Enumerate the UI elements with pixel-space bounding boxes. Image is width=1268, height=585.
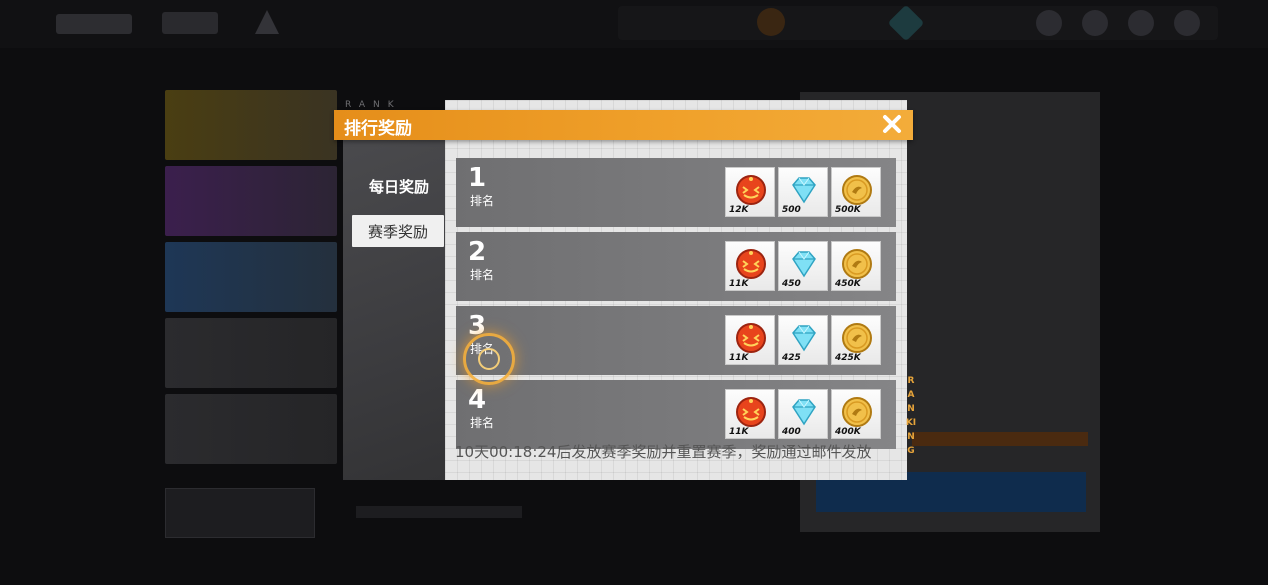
rank-label: 排名 [470,194,495,208]
reward-item[interactable]: 11K [725,315,775,365]
reward-amount: 400K [835,427,861,437]
background-player-row [165,394,337,464]
reward-amount: 12K [729,205,749,215]
reward-amount: 425 [782,353,801,363]
rank-number: 2 [468,237,487,267]
close-button[interactable] [879,111,905,137]
background-bag-icon [1082,10,1108,36]
rank-label: 排名 [470,416,495,430]
touch-indicator-core [478,348,500,370]
reward-amount: 450 [782,279,801,289]
background-orange-bar [912,432,1088,446]
reward-item[interactable]: 12K [725,167,775,217]
background-coin-icon [757,8,785,36]
reward-amount: 425K [835,353,861,363]
reward-item[interactable]: 400 [778,389,828,439]
rank-row: 2 排名 11K 450 450K [456,232,896,301]
reward-amount: 11K [729,427,749,437]
reward-amount: 450K [835,279,861,289]
background-mail-icon [1036,10,1062,36]
rank-row: 1 排名 12K 500 500K [456,158,896,227]
season-reset-note: 10天00:18:24后发放赛季奖励并重置赛季，奖励通过邮件发放 [455,443,872,461]
reward-amount: 500 [782,205,801,215]
background-player-row [165,166,337,236]
reward-item[interactable]: 400K [831,389,881,439]
reward-item[interactable]: 11K [725,241,775,291]
rank-row: 4 排名 11K 400 400K [456,380,896,449]
background-text [356,506,522,518]
reward-items: 11K 400 400K [725,389,881,439]
background-tab [162,12,218,34]
reward-item[interactable]: 500 [778,167,828,217]
rank-number: 4 [468,385,487,415]
background-player-row [165,90,337,160]
reward-amount: 11K [729,279,749,289]
reward-items: 11K 425 425K [725,315,881,365]
tab-daily-rewards[interactable]: 每日奖励 [353,170,445,202]
tab-season-rewards[interactable]: 赛季奖励 [352,215,444,247]
reward-item[interactable]: 425 [778,315,828,365]
modal-header: 排行奖励 [334,110,913,140]
reward-amount: 11K [729,353,749,363]
reward-items: 12K 500 500K [725,167,881,217]
background-player-row [165,242,337,312]
reward-item[interactable]: 425K [831,315,881,365]
reward-item[interactable]: 450 [778,241,828,291]
background-player-list [165,90,337,480]
background-player-row [165,318,337,388]
rank-row: 3 排名 11K 425 425K [456,306,896,375]
ranking-vertical-label: RANKING [905,376,917,456]
background-triangle-icon [255,10,279,34]
rank-number: 1 [468,163,487,193]
background-settings-icon [1174,10,1200,36]
background-user-icon [1128,10,1154,36]
rank-label: 排名 [470,268,495,282]
reward-item[interactable]: 450K [831,241,881,291]
background-logo [56,14,132,34]
reward-item[interactable]: 11K [725,389,775,439]
reward-amount: 500K [835,205,861,215]
close-icon [883,115,901,133]
reward-item[interactable]: 500K [831,167,881,217]
background-button [165,488,315,538]
modal-title: 排行奖励 [344,119,412,139]
reward-items: 11K 450 450K [725,241,881,291]
reward-amount: 400 [782,427,801,437]
